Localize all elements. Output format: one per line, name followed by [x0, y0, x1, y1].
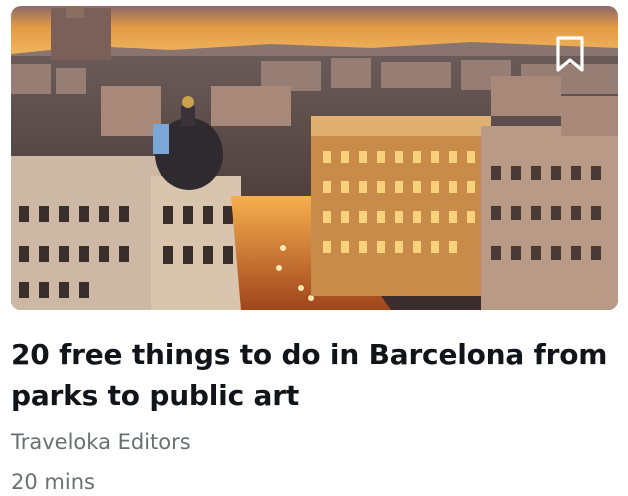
article-card[interactable]: 20 free things to do in Barcelona from p… — [0, 0, 628, 494]
article-read-time: 20 mins — [11, 470, 95, 494]
bookmark-icon — [556, 36, 584, 72]
article-image[interactable] — [11, 6, 618, 310]
bookmark-button[interactable] — [553, 34, 587, 74]
article-title[interactable]: 20 free things to do in Barcelona from p… — [11, 334, 611, 416]
article-author: Traveloka Editors — [11, 430, 191, 454]
city-photo — [11, 6, 618, 310]
